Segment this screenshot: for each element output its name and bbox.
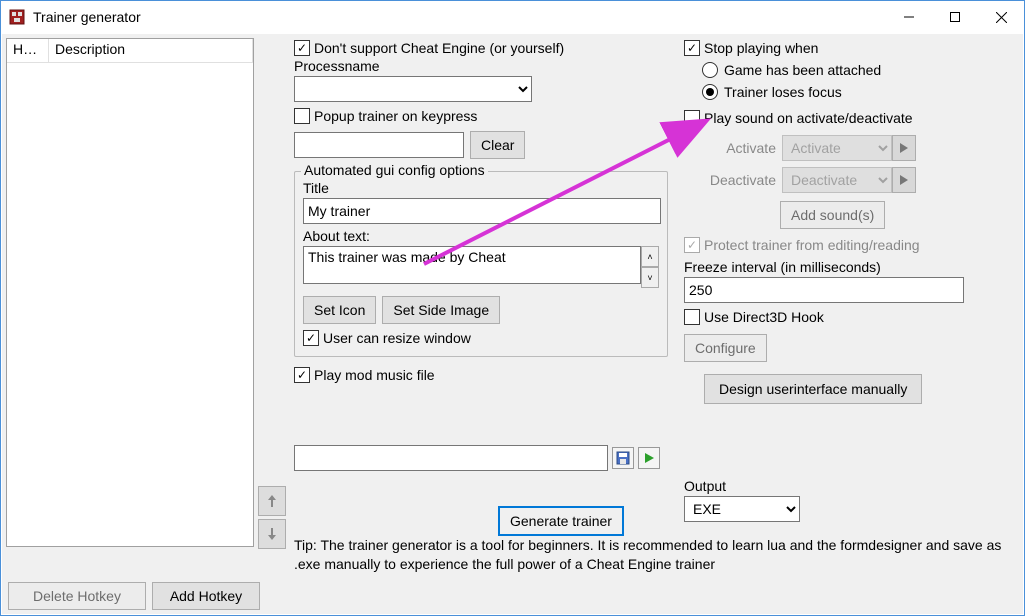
radio-icon	[702, 84, 718, 100]
play-icon	[899, 142, 909, 154]
popup-key-input[interactable]	[294, 132, 464, 158]
app-icon	[9, 9, 25, 25]
processname-label: Processname	[294, 58, 676, 74]
play-mod-label: Play mod music file	[314, 367, 435, 383]
radio-attached-label: Game has been attached	[724, 62, 881, 78]
stop-playing-checkbox[interactable]: ✓ Stop playing when	[684, 40, 818, 56]
freeze-label: Freeze interval (in milliseconds)	[684, 259, 1019, 275]
column-description[interactable]: Description	[49, 39, 253, 62]
about-textarea[interactable]: This trainer was made by Cheat	[303, 246, 641, 284]
about-spinner[interactable]: ˄ ˅	[641, 246, 659, 288]
auto-gui-groupbox: Automated gui config options Title About…	[294, 171, 668, 357]
title-label: Title	[303, 180, 659, 196]
list-header: Ho... Description	[7, 39, 253, 63]
activate-sound-select[interactable]: Activate	[782, 135, 892, 161]
play-mod-checkbox[interactable]: ✓ Play mod music file	[294, 367, 435, 383]
protect-checkbox[interactable]: ✓ Protect trainer from editing/reading	[684, 237, 920, 253]
activate-label: Activate	[704, 140, 776, 156]
spinner-down-icon[interactable]: ˅	[641, 267, 659, 288]
minimize-button[interactable]	[886, 1, 932, 33]
set-side-image-button[interactable]: Set Side Image	[382, 296, 500, 324]
checkbox-icon: ✓	[684, 237, 700, 253]
mod-file-row	[294, 445, 660, 471]
deactivate-label: Deactivate	[704, 172, 776, 188]
move-up-button[interactable]	[258, 486, 286, 516]
delete-hotkey-button[interactable]: Delete Hotkey	[8, 582, 146, 610]
stop-playing-label: Stop playing when	[704, 40, 818, 56]
deactivate-play-button[interactable]	[892, 167, 916, 193]
main-area: ✓ Don't support Cheat Engine (or yoursel…	[294, 38, 1019, 610]
play-icon	[643, 452, 655, 464]
column-ho[interactable]: Ho...	[7, 39, 49, 62]
output-select[interactable]: EXE	[684, 496, 800, 522]
activate-play-button[interactable]	[892, 135, 916, 161]
checkbox-icon	[684, 110, 700, 126]
output-label: Output	[684, 478, 800, 494]
dont-support-checkbox[interactable]: ✓ Don't support Cheat Engine (or yoursel…	[294, 40, 564, 56]
radio-game-attached[interactable]: Game has been attached	[702, 62, 1019, 78]
clear-button[interactable]: Clear	[470, 131, 525, 159]
freeze-interval-input[interactable]	[684, 277, 964, 303]
window-title: Trainer generator	[33, 9, 141, 25]
add-sounds-button[interactable]: Add sound(s)	[780, 201, 885, 229]
maximize-button[interactable]	[932, 1, 978, 33]
arrow-up-icon	[267, 494, 277, 508]
set-icon-button[interactable]: Set Icon	[303, 296, 376, 324]
arrow-down-icon	[267, 527, 277, 541]
groupbox-title: Automated gui config options	[301, 162, 488, 178]
radio-focus-label: Trainer loses focus	[724, 84, 842, 100]
checkbox-icon: ✓	[294, 367, 310, 383]
add-hotkey-button[interactable]: Add Hotkey	[152, 582, 260, 610]
window-controls	[886, 1, 1024, 33]
spinner-up-icon[interactable]: ˄	[641, 246, 659, 267]
dont-support-label: Don't support Cheat Engine (or yourself)	[314, 40, 564, 56]
design-ui-button[interactable]: Design userinterface manually	[704, 374, 922, 404]
checkbox-icon: ✓	[294, 40, 310, 56]
d3d-hook-label: Use Direct3D Hook	[704, 309, 824, 325]
play-sound-label: Play sound on activate/deactivate	[704, 110, 913, 126]
titlebar: Trainer generator	[1, 1, 1024, 33]
checkbox-icon: ✓	[684, 40, 700, 56]
protect-label: Protect trainer from editing/reading	[704, 237, 920, 253]
deactivate-sound-select[interactable]: Deactivate	[782, 167, 892, 193]
play-sound-checkbox[interactable]: Play sound on activate/deactivate	[684, 110, 913, 126]
floppy-icon	[616, 451, 630, 465]
popup-label: Popup trainer on keypress	[314, 108, 477, 124]
client-area: Ho... Description Delete Hotkey Add Hotk…	[2, 34, 1023, 614]
close-button[interactable]	[978, 1, 1024, 33]
tip-text: Tip: The trainer generator is a tool for…	[294, 536, 1019, 574]
generate-trainer-button[interactable]: Generate trainer	[498, 506, 624, 536]
title-input[interactable]	[303, 198, 661, 224]
right-section: ✓ Stop playing when Game has been attach…	[684, 38, 1019, 404]
browse-file-button[interactable]	[612, 447, 634, 469]
window: Trainer generator Ho... Description Dele…	[0, 0, 1025, 616]
d3d-hook-checkbox[interactable]: Use Direct3D Hook	[684, 309, 824, 325]
processname-combo[interactable]	[294, 76, 532, 102]
checkbox-icon	[684, 309, 700, 325]
move-down-button[interactable]	[258, 519, 286, 549]
about-label: About text:	[303, 228, 659, 244]
left-section: ✓ Don't support Cheat Engine (or yoursel…	[294, 38, 676, 383]
configure-button[interactable]: Configure	[684, 334, 767, 362]
user-resize-checkbox[interactable]: ✓ User can resize window	[303, 330, 471, 346]
radio-icon	[702, 62, 718, 78]
popup-checkbox[interactable]: Popup trainer on keypress	[294, 108, 477, 124]
checkbox-icon	[294, 108, 310, 124]
play-mod-button[interactable]	[638, 447, 660, 469]
hotkey-list[interactable]: Ho... Description	[6, 38, 254, 547]
mod-file-input[interactable]	[294, 445, 608, 471]
radio-trainer-loses-focus[interactable]: Trainer loses focus	[702, 84, 1019, 100]
checkbox-icon: ✓	[303, 330, 319, 346]
user-resize-label: User can resize window	[323, 330, 471, 346]
play-icon	[899, 174, 909, 186]
